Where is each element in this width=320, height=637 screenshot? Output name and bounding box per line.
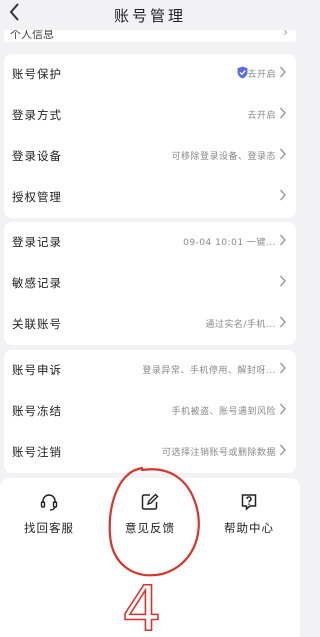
row-login-records[interactable]: 登录记录 09-04 10:01 一键... <box>4 222 296 263</box>
chevron-right-icon <box>279 65 289 81</box>
tool-label: 找回客服 <box>24 521 74 535</box>
chevron-right-icon <box>279 106 289 122</box>
shield-check-icon <box>237 66 248 79</box>
row-value: 手机被盗、账号遇到风险 <box>171 407 276 417</box>
headset-icon <box>40 494 58 511</box>
settings-group-account-state: 账号申诉 登录异常、手机停用、解封呀... 账号冻结 手机被盗、账号遇到风险 账… <box>4 350 296 473</box>
page-title: 账号管理 <box>113 7 186 25</box>
row-label: 登录记录 <box>12 235 62 249</box>
row-label: 账号注销 <box>12 445 62 459</box>
settings-group-records: 登录记录 09-04 10:01 一键... 敏感记录 关联账号 通过实名/手机… <box>4 222 296 345</box>
bottom-tools-panel: 找回客服 意见反馈 帮助中心 <box>0 478 300 637</box>
chevron-right-icon <box>279 315 289 331</box>
peek-row[interactable]: 个人信息 › <box>4 30 296 42</box>
row-value: 去开启 <box>247 70 276 80</box>
row-value: 登录异常、手机停用、解封呀... <box>142 366 276 376</box>
chevron-right-icon <box>279 147 289 163</box>
row-account-protection[interactable]: 账号保护 去开启 <box>4 54 296 95</box>
row-value: 09-04 10:01 一键... <box>183 238 276 248</box>
row-label: 账号保护 <box>12 67 62 81</box>
chevron-right-icon <box>279 443 289 459</box>
peek-row-label: 个人信息 <box>10 30 54 41</box>
row-label: 授权管理 <box>12 190 62 204</box>
row-sensitive-records[interactable]: 敏感记录 <box>4 263 296 304</box>
tool-label: 意见反馈 <box>125 521 175 535</box>
row-account-deletion[interactable]: 账号注销 可选择注销账号或删除数据 <box>4 432 296 473</box>
row-label: 敏感记录 <box>12 276 62 290</box>
chevron-right-icon: › <box>283 30 288 39</box>
row-login-method[interactable]: 登录方式 去开启 <box>4 95 296 136</box>
row-value: 可选择注销账号或删除数据 <box>161 448 276 458</box>
row-label: 登录设备 <box>12 149 62 163</box>
row-value: 可移除登录设备、登录态 <box>171 152 276 162</box>
settings-group-protection: 账号保护 去开启 登录方式 去开启 登录设备 可移除登录设备、登录态 授权管理 <box>4 54 296 218</box>
row-authorization[interactable]: 授权管理 <box>4 177 296 218</box>
row-label: 账号冻结 <box>12 404 62 418</box>
row-value: 去开启 <box>247 111 276 121</box>
row-account-appeal[interactable]: 账号申诉 登录异常、手机停用、解封呀... <box>4 350 296 391</box>
chevron-right-icon <box>279 361 289 377</box>
row-login-devices[interactable]: 登录设备 可移除登录设备、登录态 <box>4 136 296 177</box>
top-bar: 账号管理 <box>0 0 300 30</box>
row-label: 关联账号 <box>12 317 62 331</box>
help-center-button[interactable]: 帮助中心 <box>204 492 294 536</box>
customer-service-button[interactable]: 找回客服 <box>4 492 94 536</box>
tool-label: 帮助中心 <box>224 521 274 535</box>
row-linked-accounts[interactable]: 关联账号 通过实名/手机... <box>4 304 296 345</box>
help-icon <box>241 494 257 511</box>
row-value: 通过实名/手机... <box>205 320 276 330</box>
row-label: 登录方式 <box>12 108 62 122</box>
chevron-right-icon <box>279 402 289 418</box>
chevron-right-icon <box>279 233 289 249</box>
feedback-button[interactable]: 意见反馈 <box>105 492 195 536</box>
chevron-right-icon <box>279 188 289 204</box>
chevron-right-icon <box>279 274 289 290</box>
row-label: 账号申诉 <box>12 363 62 377</box>
row-account-freeze[interactable]: 账号冻结 手机被盗、账号遇到风险 <box>4 391 296 432</box>
edit-icon <box>141 493 159 510</box>
